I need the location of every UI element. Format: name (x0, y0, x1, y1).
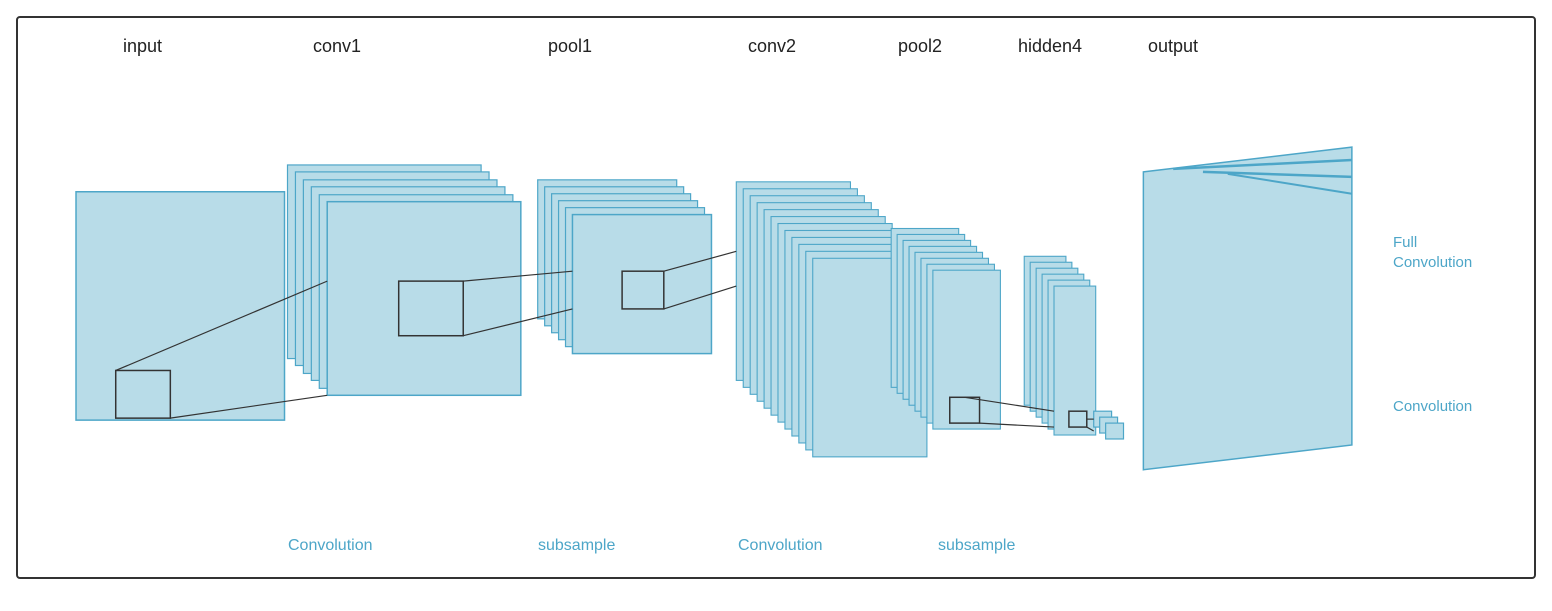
cnn-diagram: input conv1 pool1 conv2 pool2 hidden4 ou… (18, 18, 1534, 577)
diagram-svg (18, 18, 1534, 577)
diagram-container: input conv1 pool1 conv2 pool2 hidden4 ou… (16, 16, 1536, 579)
